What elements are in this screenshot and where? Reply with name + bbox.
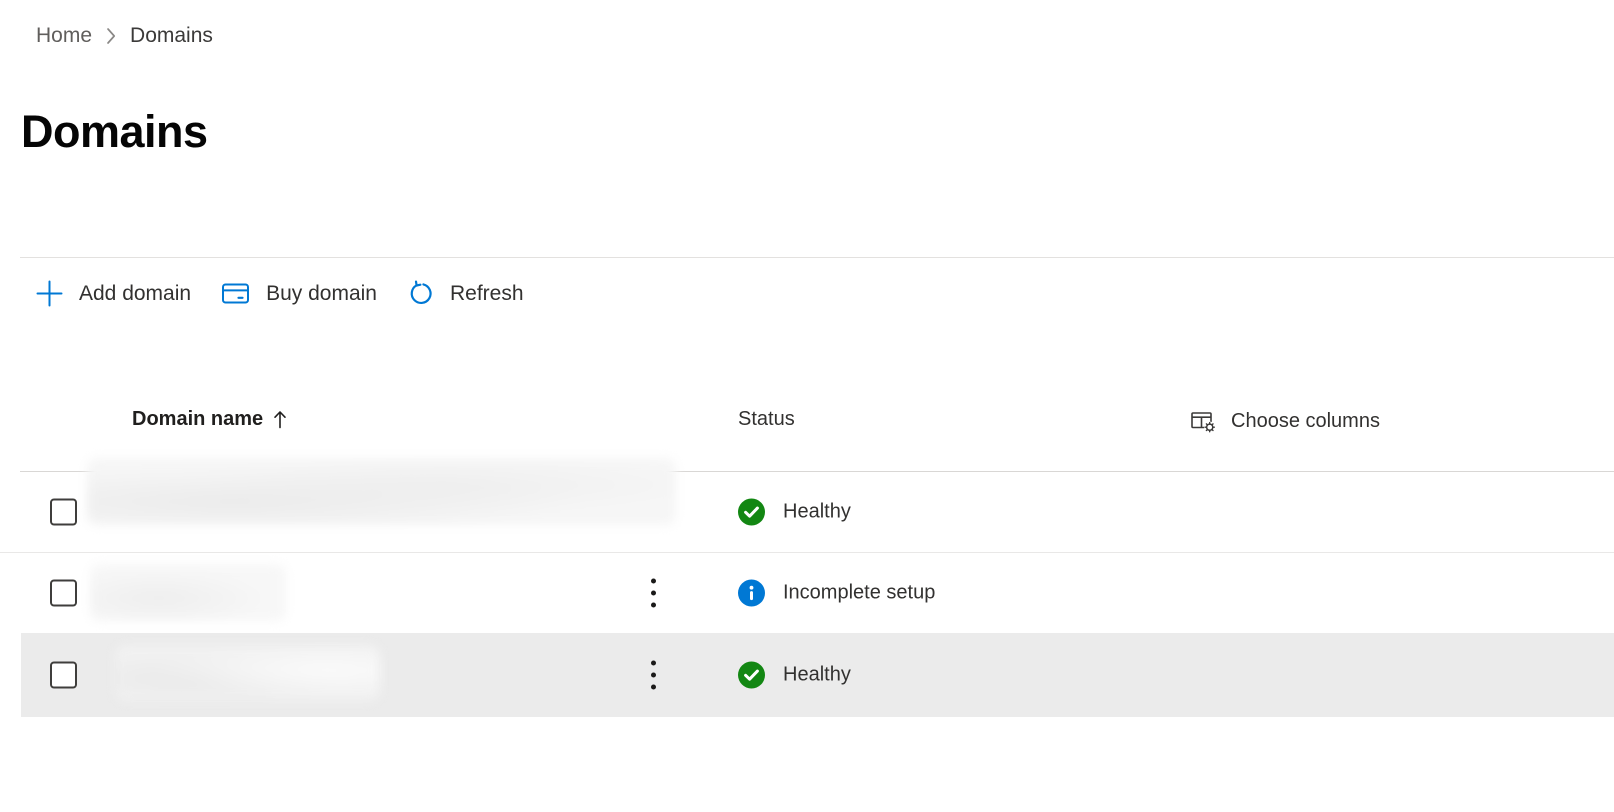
add-domain-button[interactable]: Add domain — [21, 271, 206, 316]
breadcrumb: Home Domains — [36, 24, 213, 48]
status-label: Healthy — [783, 501, 851, 524]
status-label: Healthy — [783, 664, 851, 687]
refresh-label: Refresh — [450, 282, 524, 306]
toolbar-divider — [20, 257, 1614, 258]
refresh-icon — [407, 280, 434, 307]
breadcrumb-home-link[interactable]: Home — [36, 24, 92, 48]
buy-domain-button[interactable]: Buy domain — [206, 271, 392, 316]
domain-name-redacted[interactable] — [115, 645, 380, 701]
column-options-icon — [1190, 408, 1217, 435]
table-row[interactable]: Healthy — [0, 633, 1614, 717]
column-header-domain-name[interactable]: Domain name — [132, 408, 287, 431]
domain-name-redacted[interactable] — [90, 564, 286, 621]
page-title: Domains — [21, 106, 208, 158]
checkmark-circle-icon — [738, 499, 765, 526]
choose-columns-button[interactable]: Choose columns — [1190, 408, 1380, 435]
status-badge: Healthy — [738, 662, 851, 689]
row-checkbox[interactable] — [50, 579, 77, 606]
row-menu-button[interactable] — [646, 657, 660, 694]
plus-icon — [36, 280, 63, 307]
column-header-domain-name-label: Domain name — [132, 408, 263, 431]
status-label: Incomplete setup — [783, 581, 935, 604]
table-row[interactable]: Incomplete setup — [0, 552, 1614, 632]
choose-columns-label: Choose columns — [1231, 410, 1380, 433]
add-domain-label: Add domain — [79, 282, 191, 306]
buy-domain-label: Buy domain — [266, 282, 377, 306]
status-badge: Incomplete setup — [738, 579, 935, 606]
credit-card-icon — [221, 281, 250, 306]
info-circle-icon — [738, 579, 765, 606]
column-header-status[interactable]: Status — [738, 408, 795, 431]
row-checkbox[interactable] — [50, 499, 77, 526]
checkmark-circle-icon — [738, 662, 765, 689]
row-checkbox[interactable] — [50, 662, 77, 689]
breadcrumb-current: Domains — [130, 24, 213, 48]
domain-name-redacted[interactable] — [87, 458, 676, 525]
arrow-up-icon — [273, 410, 287, 429]
domains-page: Home Domains Domains Add domain Buy doma… — [0, 0, 1614, 812]
toolbar: Add domain Buy domain Refresh — [21, 271, 539, 316]
row-menu-button[interactable] — [646, 574, 660, 611]
chevron-right-icon — [105, 26, 117, 46]
refresh-button[interactable]: Refresh — [392, 271, 539, 316]
status-badge: Healthy — [738, 499, 851, 526]
table-row[interactable]: Healthy — [0, 472, 1614, 552]
